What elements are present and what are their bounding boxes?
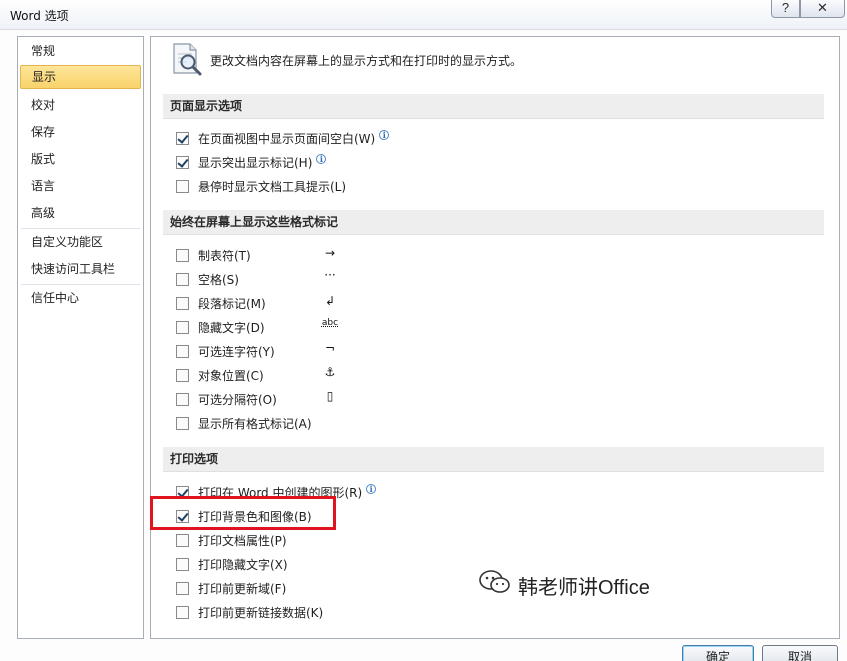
option-show-highlighter[interactable]: 显示突出显示标记(H) i: [176, 153, 327, 171]
ok-button[interactable]: 确定: [682, 645, 754, 661]
section-formatting-marks: 始终在屏幕上显示这些格式标记: [163, 210, 824, 235]
checkbox[interactable]: [176, 155, 189, 169]
checkbox[interactable]: [176, 581, 189, 595]
option-spaces[interactable]: 空格(S): [176, 270, 239, 288]
option-optional-hyphens[interactable]: 可选连字符(Y): [176, 342, 275, 360]
sidebar-divider: [21, 228, 140, 229]
option-update-fields[interactable]: 打印前更新域(F): [176, 579, 286, 597]
option-update-linked-data[interactable]: 打印前更新链接数据(K): [176, 603, 323, 621]
title-bar: Word 选项 ? ✕: [0, 0, 847, 30]
option-label: 制表符(T): [198, 248, 251, 263]
option-label: 悬停时显示文档工具提示(L): [198, 179, 347, 194]
info-icon[interactable]: i: [366, 484, 377, 494]
option-label: 隐藏文字(D): [198, 320, 265, 335]
window-title: Word 选项: [10, 9, 69, 23]
option-label: 显示突出显示标记(H): [198, 155, 313, 170]
close-button[interactable]: ✕: [800, 0, 845, 18]
option-optional-breaks[interactable]: 可选分隔符(O): [176, 390, 277, 408]
option-show-all-marks[interactable]: 显示所有格式标记(A): [176, 414, 312, 432]
option-paragraph-marks[interactable]: 段落标记(M): [176, 294, 266, 312]
sidebar-item-quick-access-toolbar[interactable]: 快速访问工具栏: [20, 257, 141, 281]
optional-break-glyph: ▯: [326, 389, 334, 403]
hidden-text-glyph: abc: [321, 318, 339, 328]
option-label: 显示所有格式标记(A): [198, 416, 312, 431]
highlight-annotation: [150, 496, 336, 530]
section-page-display: 页面显示选项: [163, 94, 824, 119]
sidebar-divider: [21, 284, 140, 285]
option-label: 打印前更新链接数据(K): [198, 605, 324, 620]
sidebar-item-display[interactable]: 显示: [20, 65, 141, 89]
option-print-properties[interactable]: 打印文档属性(P): [176, 531, 287, 549]
cancel-button[interactable]: 取消: [762, 645, 838, 661]
watermark: 韩老师讲Office: [478, 569, 650, 601]
space-mark-glyph: ···: [324, 268, 336, 282]
anchor-icon: ⚓: [324, 365, 336, 379]
option-label: 空格(S): [198, 272, 239, 287]
checkbox[interactable]: [176, 344, 189, 358]
checkbox[interactable]: [176, 392, 189, 406]
option-show-whitespace[interactable]: 在页面视图中显示页面间空白(W) i: [176, 129, 390, 147]
checkbox[interactable]: [176, 296, 189, 310]
checkbox[interactable]: [176, 272, 189, 286]
sidebar-item-save[interactable]: 保存: [20, 120, 141, 144]
paragraph-mark-glyph: ↲: [324, 294, 336, 308]
sidebar-item-language[interactable]: 语言: [20, 174, 141, 198]
sidebar-item-proofing[interactable]: 校对: [20, 93, 141, 117]
sidebar-item-trust-center[interactable]: 信任中心: [20, 286, 141, 310]
info-icon[interactable]: i: [379, 130, 390, 140]
watermark-text: 韩老师讲Office: [518, 576, 650, 599]
option-label: 打印文档属性(P): [198, 533, 287, 548]
sidebar-item-advanced[interactable]: 高级: [20, 201, 141, 225]
option-document-tooltips[interactable]: 悬停时显示文档工具提示(L): [176, 177, 346, 195]
option-label: 可选分隔符(O): [198, 392, 277, 407]
option-hidden-text[interactable]: 隐藏文字(D): [176, 318, 265, 336]
info-icon[interactable]: i: [316, 154, 327, 164]
panel-description: 更改文档内容在屏幕上的显示方式和在打印时的显示方式。: [210, 54, 523, 68]
help-button[interactable]: ?: [771, 0, 800, 18]
option-label: 可选连字符(Y): [198, 344, 275, 359]
option-print-hidden-text[interactable]: 打印隐藏文字(X): [176, 555, 288, 573]
checkbox[interactable]: [176, 179, 189, 193]
option-label: 对象位置(C): [198, 368, 264, 383]
sidebar-item-customize-ribbon[interactable]: 自定义功能区: [20, 230, 141, 254]
option-object-anchors[interactable]: 对象位置(C): [176, 366, 264, 384]
category-sidebar: 常规 显示 校对 保存 版式 语言 高级 自定义功能区 快速访问工具栏 信任中心: [17, 36, 144, 639]
checkbox[interactable]: [176, 131, 189, 145]
sidebar-item-layout[interactable]: 版式: [20, 147, 141, 171]
checkbox[interactable]: [176, 533, 189, 547]
option-label: 打印前更新域(F): [198, 581, 287, 596]
checkbox[interactable]: [176, 368, 189, 382]
checkbox[interactable]: [176, 605, 189, 619]
sidebar-item-general[interactable]: 常规: [20, 39, 141, 63]
display-magnifier-icon: [171, 42, 203, 79]
options-panel: 更改文档内容在屏幕上的显示方式和在打印时的显示方式。 页面显示选项 在页面视图中…: [150, 36, 840, 639]
checkbox[interactable]: [176, 248, 189, 262]
checkbox[interactable]: [176, 557, 189, 571]
checkbox[interactable]: [176, 320, 189, 334]
option-label: 段落标记(M): [198, 296, 266, 311]
tab-mark-glyph: →: [324, 246, 336, 260]
wechat-icon: [478, 569, 512, 601]
optional-hyphen-glyph: ¬: [324, 341, 336, 355]
option-label: 在页面视图中显示页面间空白(W): [198, 131, 376, 146]
option-label: 打印隐藏文字(X): [198, 557, 288, 572]
section-print-options: 打印选项: [163, 447, 824, 472]
checkbox[interactable]: [176, 416, 189, 430]
option-tab-characters[interactable]: 制表符(T): [176, 246, 251, 264]
